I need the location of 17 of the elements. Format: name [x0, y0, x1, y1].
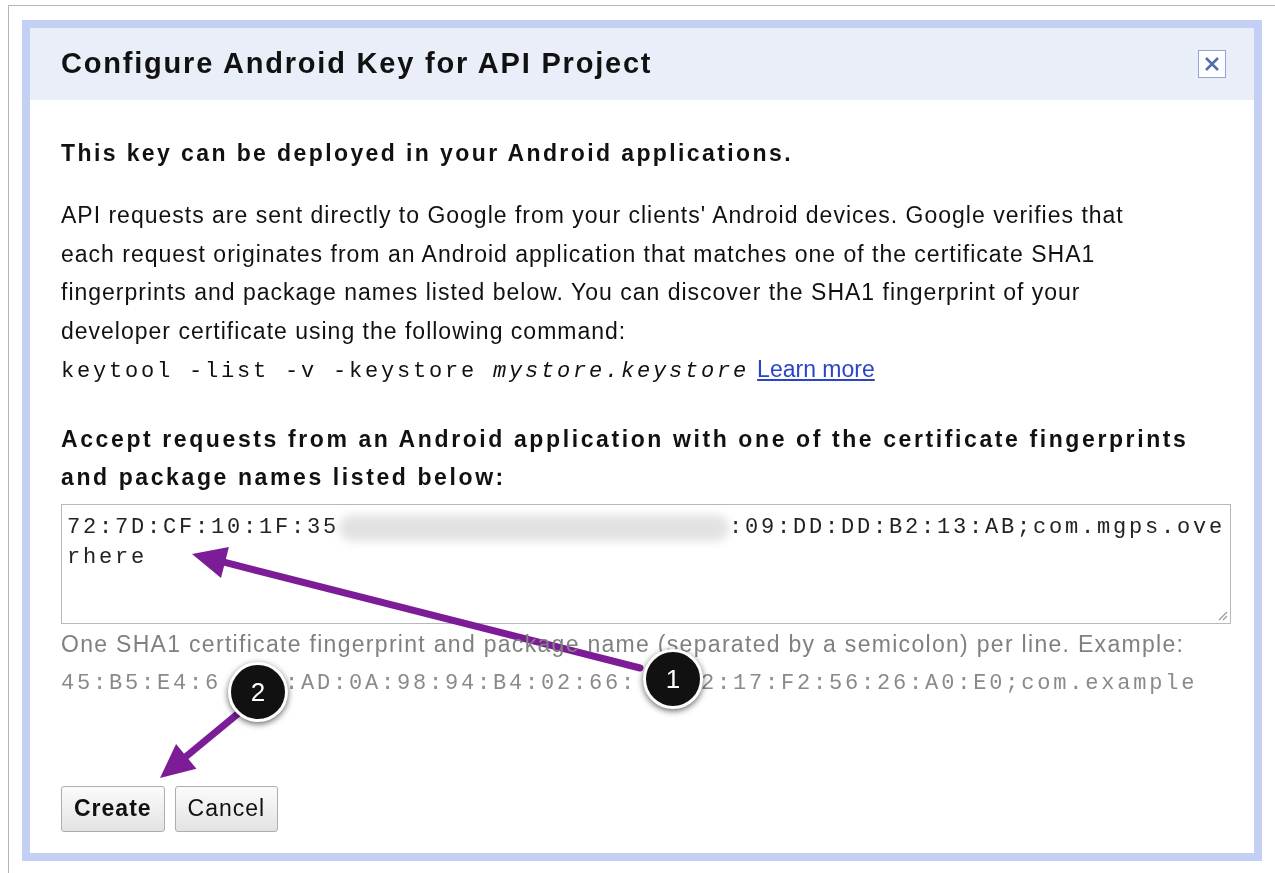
close-button[interactable]	[1198, 50, 1226, 78]
example-text: 2:17:F2:56:26:A0:E0;com.example	[701, 669, 1198, 698]
field-label: Accept requests from an Android application with one of the certificate fingerprints and package names listed below:	[61, 424, 1190, 492]
example-text: :AD:0A:98:94:B4:02:66:	[285, 669, 638, 698]
create-button[interactable]: Create	[61, 785, 165, 832]
command-text: keytool -list -v -keystore mystore.keystore	[61, 358, 750, 386]
intro-text: This key can be deployed in your Android applications.	[61, 139, 794, 168]
field-value-start: 72:7D:CF:10:1F:35	[67, 513, 340, 542]
dialog-title: Configure Android Key for API Project	[61, 46, 653, 82]
description-text: API requests are sent directly to Google from your clients' Android devices. Google verifies that each request originates from an Android application that matches one of the certificate SHA1 fingerprints and package names listed below. You can discover the SHA1 fingerprint of your developer certificate using the following command:	[61, 201, 1125, 346]
learn-more-link[interactable]: Learn more	[757, 350, 875, 389]
fingerprint-input-field[interactable]: 72:7D:CF:10:1F:35 :09:DD:DD:B2:13:AB;com.mgps.ove rhere	[61, 503, 1231, 624]
cancel-button[interactable]: Cancel	[174, 785, 279, 832]
field-value-wrapped: rhere	[67, 543, 147, 572]
field-value-end: :09:DD:DD:B2:13:AB;com.mgps.ove	[729, 513, 1226, 542]
close-icon	[1203, 55, 1221, 73]
example-text: 45:B5:E4:6	[61, 669, 222, 698]
